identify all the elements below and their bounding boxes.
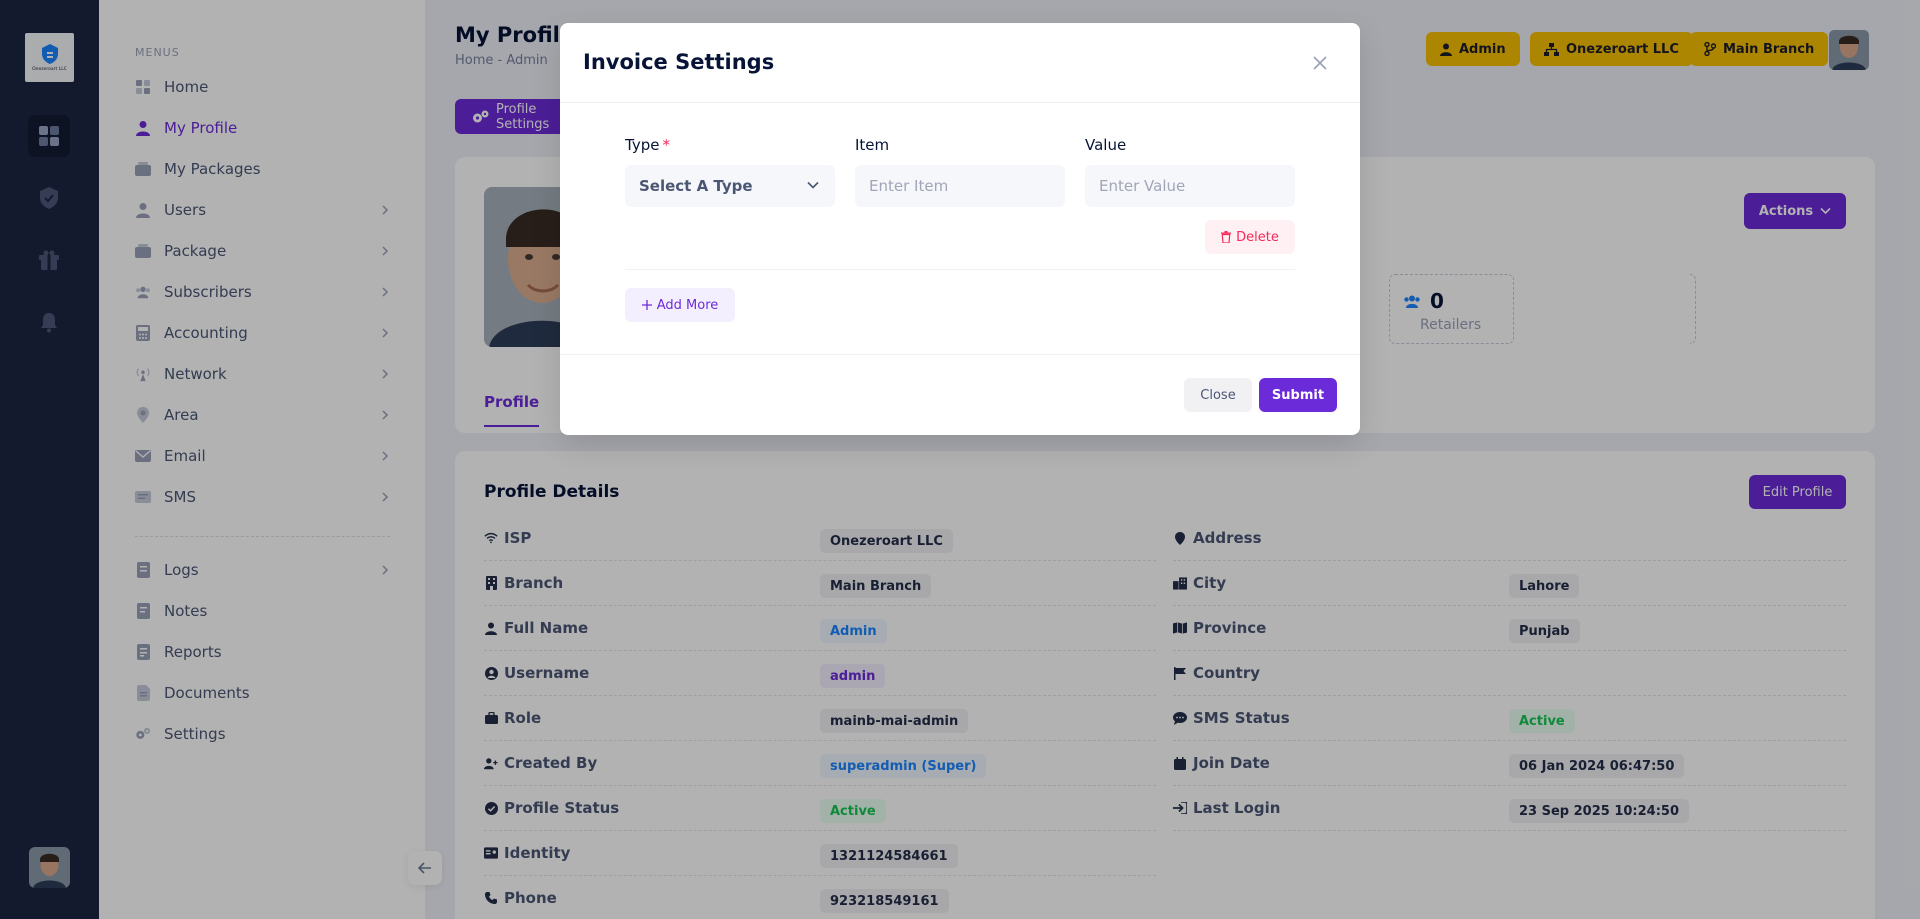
invoice-settings-modal: Invoice Settings Type * Select A Type Ite… [560, 23, 1360, 435]
chevron-down-icon [807, 181, 819, 189]
plus-icon [641, 300, 652, 310]
close-button[interactable]: Close [1184, 378, 1252, 412]
item-input[interactable] [855, 165, 1065, 207]
type-select[interactable]: Select A Type [625, 165, 835, 207]
delete-row-button[interactable]: Delete [1205, 220, 1295, 254]
modal-footer-divider [560, 354, 1360, 355]
modal-header: Invoice Settings [560, 23, 1360, 103]
submit-button[interactable]: Submit [1259, 378, 1337, 412]
close-icon [1313, 56, 1327, 70]
delete-label: Delete [1236, 229, 1279, 245]
trash-icon [1221, 231, 1232, 243]
modal-close-button[interactable] [1311, 54, 1329, 72]
modal-row-divider [625, 269, 1295, 270]
add-more-button[interactable]: Add More [625, 288, 735, 322]
value-input[interactable] [1085, 165, 1295, 207]
type-label-text: Type [625, 136, 660, 154]
item-label: Item [855, 136, 890, 154]
type-label: Type * [625, 136, 670, 154]
value-label: Value [1085, 136, 1127, 154]
required-mark: * [662, 136, 670, 154]
modal-title: Invoice Settings [583, 50, 775, 74]
type-select-value: Select A Type [639, 177, 753, 195]
add-more-label: Add More [656, 297, 719, 313]
